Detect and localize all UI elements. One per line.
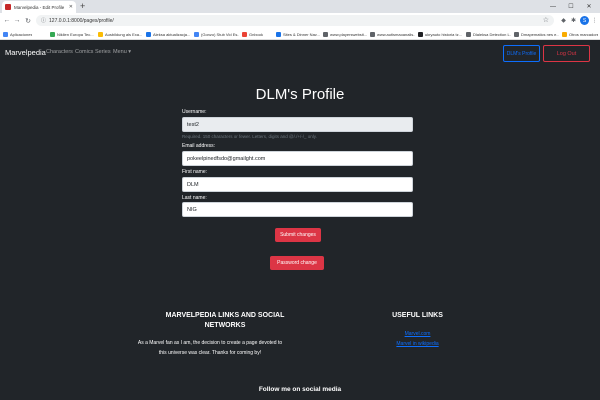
first-name-label: First name: <box>182 169 208 175</box>
info-icon[interactable]: ⓘ <box>41 17 46 24</box>
submit-changes-button[interactable]: Submit changes <box>275 228 321 242</box>
nav-link-series[interactable]: Series <box>95 49 111 55</box>
puzzle-icon[interactable]: ✱ <box>569 16 578 25</box>
bookmark-favicon-icon <box>3 31 8 37</box>
site-favicon-icon <box>5 4 11 10</box>
footer-link-wikipedia[interactable]: Marvel in wikipedia <box>375 341 460 347</box>
bookmark-favicon-icon <box>514 31 519 37</box>
follow-social-title: Follow me on social media <box>258 386 342 393</box>
bookmark-star-icon[interactable]: ☆ <box>543 16 549 25</box>
browser-toolbar: ← → ↻ ⓘ 127.0.0.1:8000/pages/profile/ ☆ … <box>0 13 600 28</box>
bookmark-item[interactable]: Gnbook <box>242 30 274 38</box>
password-change-button[interactable]: Password change <box>270 256 324 270</box>
footer-about-text: As a Marvel fan as I am, the decision to… <box>137 340 283 356</box>
bookmark-favicon-icon <box>466 31 471 37</box>
last-name-field[interactable] <box>182 202 413 217</box>
username-label: Username: <box>182 109 207 115</box>
url-text: 127.0.0.1:8000/pages/profile/ <box>49 17 114 24</box>
close-window-icon[interactable]: ✕ <box>582 0 596 13</box>
footer-links-title: MARVELPEDIA LINKS AND SOCIAL NETWORKS <box>165 312 285 329</box>
bookmark-item[interactable]: www.playerswebsit... <box>323 30 368 38</box>
email-field[interactable] <box>182 151 413 166</box>
avatar[interactable]: S <box>580 16 589 25</box>
nav-link-comics[interactable]: Comics <box>75 49 93 55</box>
bookmark-favicon-icon <box>418 31 423 37</box>
bookmark-item[interactable]: Dlaleksa Detection L... <box>466 30 511 38</box>
bookmark-item[interactable]: (Gonzo) Stub Vid Es... <box>194 30 239 38</box>
menu-kebab-icon[interactable]: ⋮ <box>590 16 599 25</box>
other-bookmarks[interactable]: Otros marcadores <box>562 30 598 38</box>
bookmark-favicon-icon <box>50 31 55 37</box>
minimize-window-icon[interactable]: — <box>546 0 560 13</box>
nav-link-characters[interactable]: Characters <box>46 49 73 55</box>
bookmark-item[interactable]: Aplicaciones <box>3 30 47 38</box>
footer-useful-title: USEFUL LINKS <box>392 312 443 319</box>
forward-icon[interactable]: → <box>12 15 22 26</box>
bookmark-favicon-icon <box>242 31 247 37</box>
extension-icon[interactable]: ◆ <box>559 16 568 25</box>
bookmarks-bar: Aplicaciones Niklien Europa Tec... Ausbi… <box>0 28 600 40</box>
browser-tab[interactable]: Marvelpedia - Edit Profile ✕ <box>2 1 76 13</box>
bookmark-item[interactable]: Ausbildung als Exa... <box>98 30 143 38</box>
username-help-text: Required. 150 characters or fewer. Lette… <box>182 134 317 139</box>
tab-title: Marvelpedia - Edit Profile <box>14 4 65 10</box>
browser-tab-strip: Marvelpedia - Edit Profile ✕ + — ☐ ✕ <box>0 0 600 13</box>
email-label: Email address: <box>182 143 216 149</box>
profile-button[interactable]: DLM's Profile <box>503 45 540 62</box>
username-field[interactable] <box>182 117 413 132</box>
address-bar[interactable]: ⓘ 127.0.0.1:8000/pages/profile/ ☆ <box>36 15 554 26</box>
bookmark-item[interactable]: ukryauto historia tz... <box>418 30 463 38</box>
bookmark-favicon-icon <box>370 31 375 37</box>
bookmark-favicon-icon <box>194 31 199 37</box>
close-tab-icon[interactable]: ✕ <box>69 4 73 10</box>
maximize-window-icon[interactable]: ☐ <box>564 0 578 13</box>
footer-link-marvel[interactable]: Marvel.com <box>375 331 460 337</box>
bookmark-item[interactable]: Niklien Europa Tec... <box>50 30 95 38</box>
back-icon[interactable]: ← <box>2 15 12 26</box>
reload-icon[interactable]: ↻ <box>23 15 33 26</box>
first-name-field[interactable] <box>182 177 413 192</box>
bookmark-item[interactable]: Sites & Dinner Nav... <box>276 30 321 38</box>
bookmark-favicon-icon <box>323 31 328 37</box>
last-name-label: Last name: <box>182 195 207 201</box>
bookmark-favicon-icon <box>98 31 103 37</box>
bookmark-item[interactable]: Dmapematics nes e... <box>514 30 559 38</box>
site-brand[interactable]: Marvelpedia <box>5 48 46 57</box>
folder-icon <box>562 31 567 37</box>
logout-button[interactable]: Log Out <box>543 45 590 62</box>
bookmark-favicon-icon <box>146 31 151 37</box>
bookmark-item[interactable]: Aleksa aktualizacja... <box>146 30 191 38</box>
bookmark-favicon-icon <box>276 31 281 37</box>
new-tab-button[interactable]: + <box>80 1 85 12</box>
bookmark-item[interactable]: www.autismaoanalis... <box>370 30 415 38</box>
nav-menu-dropdown[interactable]: Menu ▾ <box>113 49 131 55</box>
page-title: DLM's Profile <box>255 86 345 103</box>
